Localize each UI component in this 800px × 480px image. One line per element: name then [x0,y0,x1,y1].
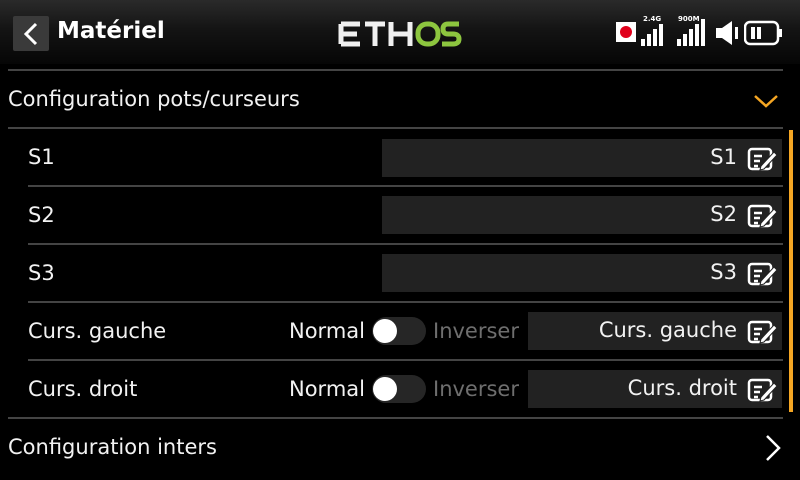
section-inters-title: Configuration inters [8,435,217,459]
edit-icon [747,147,777,171]
edit-icon [747,378,777,402]
section-pots-header[interactable]: Configuration pots/curseurs [0,71,800,127]
inverse-label: Inverser [433,319,519,343]
divider [8,127,783,129]
inverse-label: Inverser [433,377,519,401]
battery-icon [743,19,784,47]
scrollbar[interactable] [789,130,793,412]
field-value: S2 [710,202,737,226]
divider [28,185,783,187]
name-field-curs-gauche[interactable]: Curs. gauche [528,312,782,350]
invert-toggle[interactable] [372,375,426,403]
row-label: S3 [28,261,55,285]
section-pots-title: Configuration pots/curseurs [8,87,300,111]
row-label: S1 [28,145,55,169]
record-icon [615,19,637,47]
row-label: Curs. droit [28,377,138,401]
name-field-s1[interactable]: S1 [382,139,782,177]
back-button[interactable] [13,16,49,51]
divider [28,301,783,303]
field-value: S1 [710,145,737,169]
field-value: Curs. droit [627,376,737,400]
signal-24g-label: 2.4G [643,15,662,23]
invert-toggle[interactable] [372,317,426,345]
page-title: Matériel [57,18,165,44]
normal-label: Normal [289,377,365,401]
divider [28,359,783,361]
name-field-s2[interactable]: S2 [382,196,782,234]
row-label: S2 [28,203,55,227]
chevron-left-icon [23,22,38,46]
section-inters-header[interactable]: Configuration inters [0,419,800,475]
field-value: Curs. gauche [598,318,737,342]
toggle-knob [373,319,397,343]
signal-900m-icon: 900M [677,15,707,46]
header-bar: Matériel 2.4G 900M [0,0,800,64]
field-value: S3 [710,260,737,284]
chevron-right-icon [766,435,781,461]
speaker-icon [715,19,741,47]
divider [28,243,783,245]
edit-icon [747,262,777,286]
normal-label: Normal [289,319,365,343]
signal-900m-label: 900M [678,15,700,23]
ethos-logo [338,21,462,47]
signal-24g-icon: 2.4G [641,15,667,46]
edit-icon [747,204,777,228]
name-field-curs-droit[interactable]: Curs. droit [528,370,782,408]
row-label: Curs. gauche [28,319,167,343]
edit-icon [747,320,777,344]
toggle-knob [373,377,397,401]
chevron-down-icon [754,95,778,108]
name-field-s3[interactable]: S3 [382,254,782,292]
